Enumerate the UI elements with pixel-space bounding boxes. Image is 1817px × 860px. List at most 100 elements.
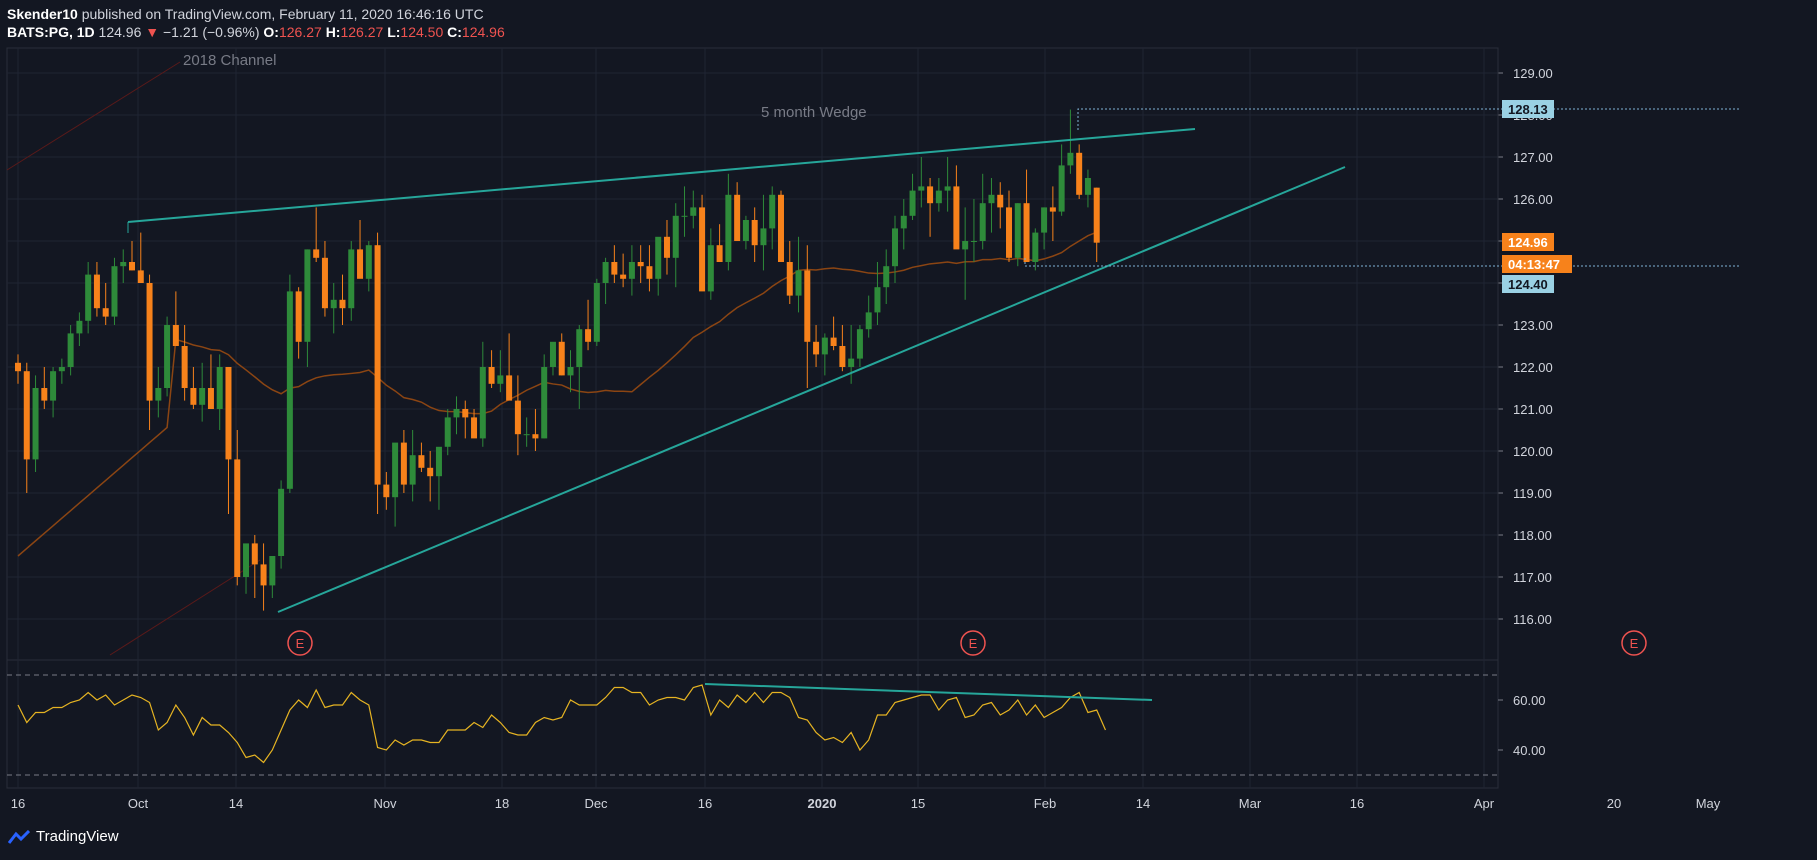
candle-body xyxy=(637,262,644,267)
candle-body xyxy=(979,203,986,241)
candle-body xyxy=(479,367,486,439)
candle-body xyxy=(23,371,30,460)
y-tick-label: 127.00 xyxy=(1513,150,1553,165)
candle-body xyxy=(532,434,539,439)
candle-body xyxy=(804,270,811,342)
candle-body xyxy=(1067,152,1074,166)
candle-body xyxy=(444,417,451,447)
candle-body xyxy=(970,241,977,242)
wedge-annotation: 5 month Wedge xyxy=(761,104,867,121)
candle-body xyxy=(488,367,495,384)
candle-body xyxy=(120,262,127,267)
candle-body xyxy=(1014,203,1021,258)
candle-body xyxy=(523,434,530,436)
earnings-marker-label: E xyxy=(969,636,978,651)
candle-body xyxy=(1093,187,1100,243)
candle-body xyxy=(357,249,364,279)
candle-body xyxy=(997,194,1004,208)
candle-body xyxy=(839,346,846,367)
candle-body xyxy=(155,388,162,401)
earnings-marker-label: E xyxy=(296,636,305,651)
candle-body xyxy=(181,346,188,388)
x-tick-label: 14 xyxy=(1136,796,1150,811)
candle-body xyxy=(1023,203,1030,262)
candle-body xyxy=(699,207,706,292)
last-price-label: 124.96 xyxy=(1508,235,1548,250)
candle-body xyxy=(427,467,434,477)
candle-body xyxy=(663,236,670,258)
rsi-tick-label: 60.00 xyxy=(1513,693,1546,708)
candle-body xyxy=(383,484,390,498)
candle-body xyxy=(339,299,346,309)
y-tick-label: 120.00 xyxy=(1513,444,1553,459)
x-tick-label: 14 xyxy=(229,796,243,811)
x-tick-label: Feb xyxy=(1034,796,1056,811)
candle-body xyxy=(330,299,337,309)
wedge-lower-trendline xyxy=(277,166,1346,613)
candle-body xyxy=(988,194,995,204)
candle-body xyxy=(269,556,276,586)
candle-body xyxy=(935,190,942,204)
low-mark-line xyxy=(1024,258,1740,267)
candle-body xyxy=(848,358,855,367)
candle-body xyxy=(146,283,153,401)
candle-body xyxy=(102,308,109,317)
candle-body xyxy=(497,375,504,384)
candle-body xyxy=(365,245,372,279)
candle-body xyxy=(453,409,460,418)
candle-body xyxy=(304,249,311,342)
candle-body xyxy=(1041,207,1048,233)
candle-body xyxy=(734,194,741,241)
y-tick-label: 118.00 xyxy=(1513,528,1552,543)
candle-body xyxy=(506,375,513,401)
rsi-line xyxy=(17,684,1107,764)
y-tick-label: 122.00 xyxy=(1513,360,1553,375)
candle-body xyxy=(953,186,960,250)
candle-body xyxy=(821,337,828,355)
moving-average-line xyxy=(17,231,1097,557)
chart-canvas[interactable]: 129.00128.00127.00126.00125.00124.00123.… xyxy=(0,0,1817,820)
tradingview-logo-icon xyxy=(8,829,30,844)
candle-body xyxy=(321,257,328,309)
candle-body xyxy=(655,236,662,279)
candle-body xyxy=(892,228,898,267)
x-tick-label: Dec xyxy=(584,796,608,811)
x-tick-label: 16 xyxy=(11,796,25,811)
candle-body xyxy=(593,283,600,342)
candle-body xyxy=(1032,232,1039,262)
candle-body xyxy=(111,266,118,317)
channel-line-upper xyxy=(6,61,181,171)
candle-body xyxy=(786,262,793,296)
candle-body xyxy=(164,325,171,388)
candle-body xyxy=(874,287,881,313)
candle-body xyxy=(611,262,618,275)
x-tick-label: 2020 xyxy=(808,796,837,811)
candle-body xyxy=(1006,207,1013,258)
candle-body xyxy=(602,262,609,283)
candle-body xyxy=(576,329,583,367)
candle-body xyxy=(76,320,83,334)
candle-body xyxy=(742,220,749,241)
candle-body xyxy=(243,543,250,577)
candle-body xyxy=(716,245,723,262)
candle-body xyxy=(690,207,697,216)
candle-body xyxy=(567,367,574,376)
candle-body xyxy=(962,241,969,250)
candle-body xyxy=(207,388,214,409)
candle-body xyxy=(418,455,425,468)
candle-body xyxy=(918,186,925,191)
x-tick-label: 16 xyxy=(698,796,712,811)
candle-body xyxy=(1049,207,1056,212)
candle-body xyxy=(769,194,776,229)
candle-body xyxy=(777,194,784,262)
candle-body xyxy=(15,362,21,372)
candle-body xyxy=(50,371,57,401)
wedge-upper-trendline xyxy=(127,128,1196,223)
rsi-tick-label: 40.00 xyxy=(1513,743,1546,758)
low-mark-price-label: 124.40 xyxy=(1508,277,1548,292)
candle-body xyxy=(1058,165,1065,212)
candle-body xyxy=(93,274,100,309)
candle-body xyxy=(760,228,767,246)
footer-brand[interactable]: TradingView xyxy=(8,828,119,845)
candle-body xyxy=(909,190,916,216)
